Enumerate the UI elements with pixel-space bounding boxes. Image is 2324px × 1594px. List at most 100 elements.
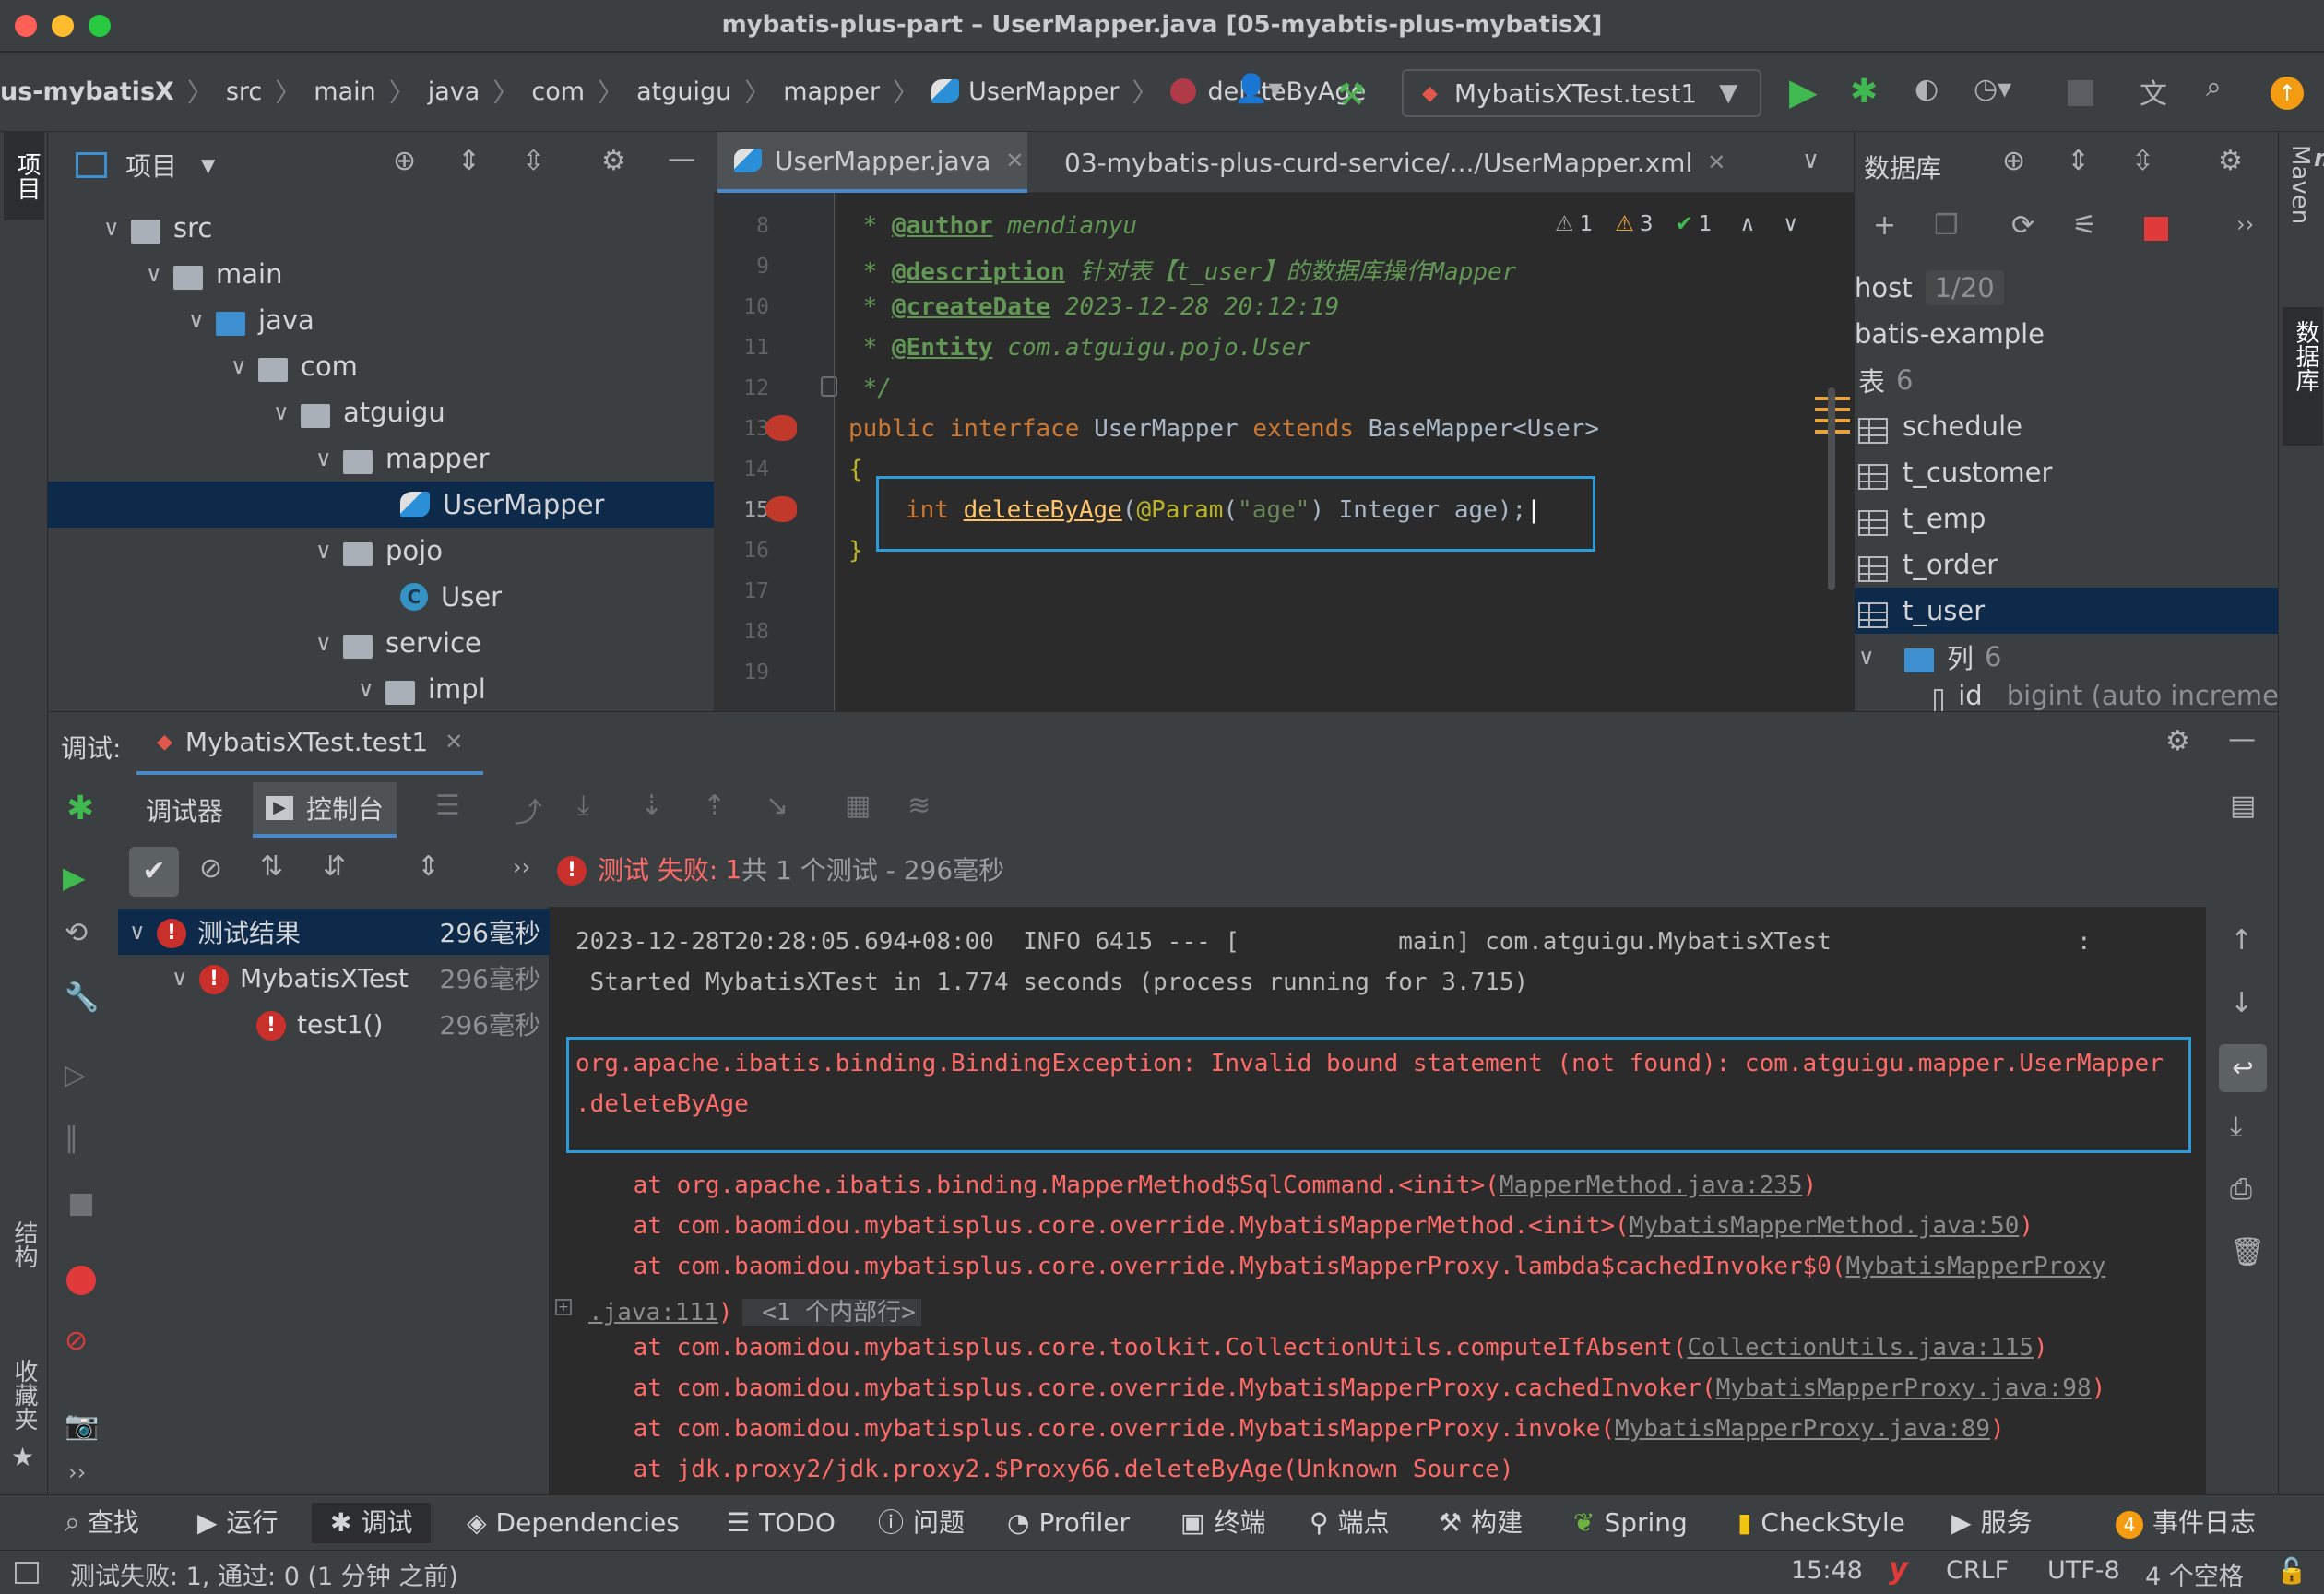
breadcrumb-mapper[interactable]: mapper <box>783 77 880 106</box>
tab-console[interactable]: ▶ 控制台 <box>253 782 397 838</box>
refresh-icon[interactable]: ⟳ <box>2011 209 2034 242</box>
breadcrumb-usermapper[interactable]: UserMapper <box>968 77 1119 106</box>
chevron-down-icon[interactable]: ∨ <box>358 676 385 702</box>
toolwin-profiler[interactable]: ◔ Profiler <box>1007 1503 1130 1543</box>
plugin-y-icon[interactable]: y <box>1889 1551 1908 1586</box>
show-ignored-icon[interactable]: ⊘ <box>199 852 222 885</box>
chevron-down-icon[interactable]: ∨ <box>315 538 343 564</box>
tabs-menu-chevron-icon[interactable]: ∨ <box>1802 147 1820 174</box>
toolwin-terminal[interactable]: ▣ 终端 <box>1180 1503 1265 1543</box>
gear-icon[interactable]: ⚙ <box>2218 145 2243 177</box>
tree-item-mapper[interactable]: ∨ mapper <box>48 435 714 482</box>
db-table-row[interactable]: t_order <box>1855 541 2279 588</box>
indent-setting[interactable]: 4 个空格 <box>2145 1556 2244 1592</box>
tree-item-impl[interactable]: ∨ impl <box>48 666 714 712</box>
coverage-icon[interactable]: ◐ <box>1915 73 1939 105</box>
chevron-down-icon[interactable]: ∨ <box>273 399 301 425</box>
folded-lines[interactable]: <1 个内部行> <box>741 1299 921 1326</box>
line-separator[interactable]: CRLF <box>1946 1556 2009 1585</box>
db-tables-row[interactable]: 表6 <box>1855 357 2279 403</box>
chevron-down-icon[interactable]: ∨ <box>188 307 216 333</box>
breadcrumb-src[interactable]: src <box>226 77 262 106</box>
source-link[interactable]: MybatisMapperProxy.java:98 <box>1716 1374 2092 1402</box>
more-icon[interactable]: ›› <box>513 854 530 880</box>
tab-debugger[interactable]: 调试器 <box>146 791 223 828</box>
sort-alpha-icon[interactable]: ⇅ <box>260 851 283 883</box>
toolwin-debug[interactable]: ✱ 调试 <box>312 1503 432 1543</box>
db-table-row-selected[interactable]: t_user <box>1855 588 2279 634</box>
run-to-cursor-icon[interactable]: ↘ <box>765 790 788 822</box>
toolwin-todo[interactable]: ☰ TODO <box>727 1503 836 1543</box>
toolwin-dependencies[interactable]: ◈ Dependencies <box>467 1503 680 1543</box>
db-schema-row[interactable]: batis-example <box>1855 311 2279 357</box>
source-link[interactable]: MybatisMapperProxy <box>1846 1253 2106 1280</box>
chevron-down-icon[interactable]: ∨ <box>315 630 343 656</box>
lock-icon[interactable]: 🔓 <box>2276 1556 2307 1586</box>
tree-item-java[interactable]: ∨ java <box>48 297 714 343</box>
user-icon[interactable]: 👤▾ <box>1234 73 1282 105</box>
step-into-icon[interactable]: ⇣ <box>640 790 663 822</box>
toolwin-checkstyle[interactable]: ▮ CheckStyle <box>1737 1503 1905 1543</box>
rerun-failed-icon[interactable]: ▶ <box>63 860 86 895</box>
tab-usermapper-java[interactable]: UserMapper.java ✕ <box>717 132 1027 193</box>
run-config-select[interactable]: ◆ MybatisXTest.test1 ▼ <box>1402 69 1761 117</box>
debug-bug-icon[interactable]: ✱ <box>1850 73 1878 111</box>
tree-item-src[interactable]: ∨ src <box>48 205 714 251</box>
resume-icon[interactable]: ▷ <box>65 1059 86 1091</box>
update-icon[interactable]: ↑ <box>2271 77 2304 110</box>
breadcrumb-atguigu[interactable]: atguigu <box>636 77 731 106</box>
breadcrumb-java[interactable]: java <box>428 77 480 106</box>
chevron-down-icon[interactable]: ∨ <box>1783 212 1798 236</box>
scroll-to-end-icon[interactable]: ⤓ <box>2230 1111 2242 1143</box>
toolwin-spring[interactable]: ❦ Spring <box>1573 1503 1688 1543</box>
rerun-icon[interactable]: ⟲ <box>65 917 88 949</box>
expand-fold-icon[interactable]: + <box>555 1299 572 1315</box>
evaluate-icon[interactable]: ▦ <box>845 790 871 822</box>
breadcrumb-com[interactable]: com <box>531 77 585 106</box>
db-table-row[interactable]: t_emp <box>1855 495 2279 541</box>
translate-icon[interactable]: 文 <box>2140 71 2167 112</box>
source-link[interactable]: CollectionUtils.java:115 <box>1687 1334 2034 1362</box>
chevron-down-icon[interactable]: ∨ <box>146 261 173 287</box>
tree-item-user[interactable]: C User <box>48 574 714 620</box>
chevron-down-icon[interactable]: ▼ <box>201 154 215 176</box>
tree-item-com[interactable]: ∨ com <box>48 343 714 389</box>
test-method-row[interactable]: ! test1() 296毫秒 <box>118 1001 550 1047</box>
db-host-row[interactable]: host 1/20 <box>1855 265 2279 311</box>
toggle-panels-icon[interactable] <box>15 1562 39 1584</box>
collapse-all-icon[interactable]: ⇳ <box>522 145 545 177</box>
expand-all-icon[interactable]: ⇕ <box>2067 145 2090 177</box>
locate-icon[interactable]: ⊕ <box>2002 145 2025 177</box>
expand-all-icon[interactable]: ⇕ <box>417 851 440 883</box>
soft-wrap-toggle[interactable]: ↩ <box>2219 1044 2267 1092</box>
wrench-icon[interactable]: 🔧 <box>65 981 99 1014</box>
caret-position[interactable]: 15:48 <box>1791 1556 1863 1585</box>
toolwin-services[interactable]: ▶ 服务 <box>1951 1503 2033 1543</box>
mybatis-mapper-gutter-icon[interactable] <box>765 415 797 441</box>
tab-usermapper-xml[interactable]: 03-mybatis-plus-curd-service/.../UserMap… <box>1040 132 1725 193</box>
status-message[interactable]: 测试失败: 1, 通过: 0 (1 分钟 之前) <box>70 1556 458 1592</box>
add-icon[interactable]: + <box>1873 209 1896 242</box>
chevron-down-icon[interactable]: ∨ <box>1858 644 1886 670</box>
disconnect-icon[interactable] <box>2144 217 2168 241</box>
layout-icon[interactable]: ▤ <box>2230 790 2256 822</box>
trace-icon[interactable]: ≋ <box>907 790 931 822</box>
inspection-widget[interactable]: ⚠ 1 ⚠ 3 ✔ 1 ∧ ∨ <box>1555 212 1798 236</box>
close-icon[interactable]: ✕ <box>1005 148 1024 173</box>
collapse-all-icon[interactable]: ⇳ <box>2131 145 2154 177</box>
profile-icon[interactable]: ◷▾ <box>1974 73 2011 105</box>
run-icon[interactable]: ▶ <box>1789 71 1818 113</box>
arrow-up-icon[interactable]: ↑ <box>2230 924 2253 957</box>
project-panel-title[interactable]: 项目 <box>125 147 177 184</box>
file-encoding[interactable]: UTF-8 <box>2047 1556 2120 1585</box>
tree-item-main[interactable]: ∨ main <box>48 251 714 297</box>
breadcrumb-project[interactable]: us-mybatisX <box>0 77 174 106</box>
gear-icon[interactable]: ⚙ <box>601 145 626 177</box>
build-hammer-icon[interactable]: ⚒ <box>1337 77 1365 113</box>
maven-tool-button[interactable]: mMaven <box>2286 145 2324 224</box>
show-execution-point-icon[interactable]: ⤴ <box>515 790 542 830</box>
sort-duration-icon[interactable]: ⇵ <box>323 851 346 883</box>
more-icon[interactable]: ›› <box>2236 211 2254 237</box>
project-tool-button[interactable]: 项目 <box>4 132 44 220</box>
expand-all-icon[interactable]: ⇕ <box>457 145 480 177</box>
